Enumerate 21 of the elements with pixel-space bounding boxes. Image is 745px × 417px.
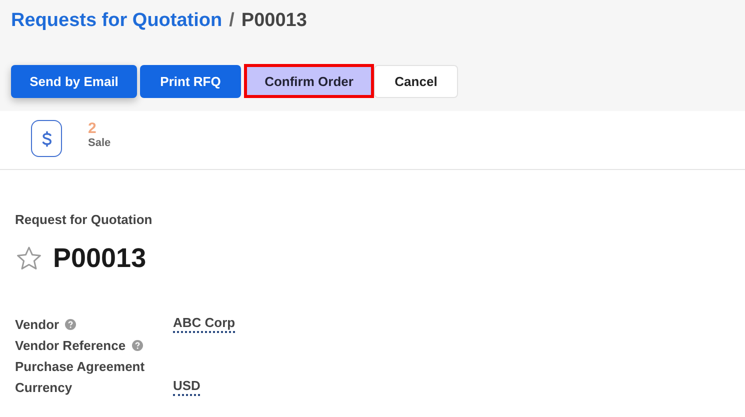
sale-label: Sale	[88, 137, 111, 149]
field-label: Vendor Reference	[15, 338, 126, 352]
field-value[interactable]: USD	[173, 378, 200, 396]
record-name: P00013	[53, 243, 146, 274]
action-button[interactable]: Print RFQ	[140, 64, 241, 98]
help-icon[interactable]	[132, 340, 143, 350]
field-label: Vendor	[15, 316, 60, 332]
breadcrumb-current: P00013	[241, 10, 307, 32]
dollar-icon[interactable]	[31, 120, 62, 157]
field-value[interactable]: ABC Corp	[173, 315, 236, 333]
help-icon[interactable]	[65, 318, 76, 330]
field-label: Purchase Agreement	[15, 358, 145, 374]
star-icon[interactable]	[16, 246, 42, 271]
form-subtitle: Request for Quotation	[15, 212, 154, 227]
breadcrumb-link[interactable]: Requests for Quotation	[11, 10, 222, 32]
action-button[interactable]: Cancel	[374, 64, 458, 98]
field-label: Currency	[15, 380, 72, 394]
sale-count: 2	[88, 120, 98, 137]
action-button[interactable]: Confirm Order	[244, 64, 374, 98]
breadcrumb-separator: /	[229, 10, 234, 32]
action-button[interactable]: Send by Email	[11, 64, 137, 98]
